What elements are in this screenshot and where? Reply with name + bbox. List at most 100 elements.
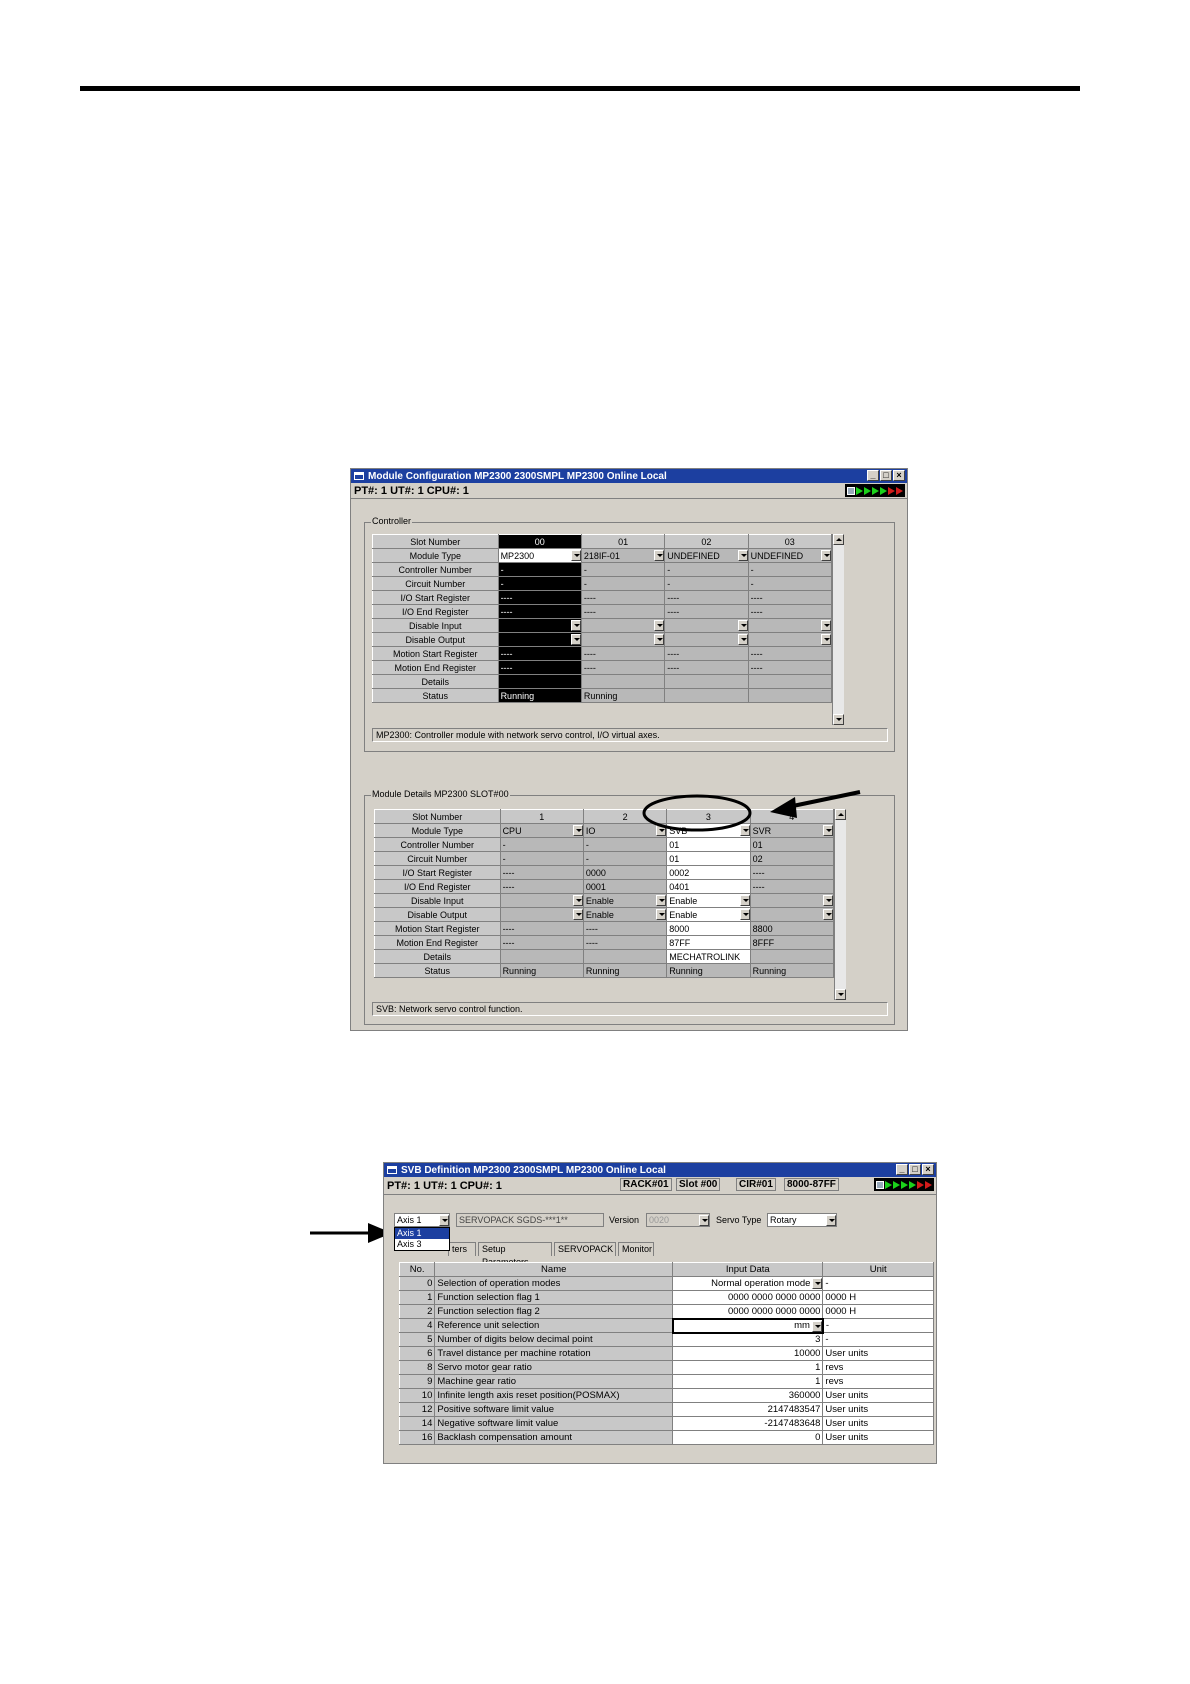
controller-scrollbar[interactable]: [832, 534, 844, 725]
chevron-down-icon[interactable]: [737, 620, 748, 631]
table-cell[interactable]: SVR: [749, 823, 835, 838]
param-input[interactable]: 2147483547: [672, 1402, 824, 1417]
param-input[interactable]: -2147483648: [672, 1416, 824, 1431]
table-cell[interactable]: ----: [580, 590, 666, 605]
column-header[interactable]: No.: [398, 1262, 436, 1277]
column-header[interactable]: Name: [434, 1262, 674, 1277]
table-cell[interactable]: -: [582, 851, 668, 866]
table-cell[interactable]: ----: [582, 935, 668, 950]
table-cell[interactable]: UNDEFINED: [664, 548, 749, 563]
axis-select[interactable]: Axis 1: [394, 1213, 450, 1227]
table-cell[interactable]: [749, 949, 835, 964]
slot-header[interactable]: 1: [499, 809, 584, 824]
table-cell[interactable]: [664, 674, 749, 689]
table-cell[interactable]: Running: [749, 963, 835, 978]
chevron-down-icon[interactable]: [656, 825, 666, 836]
table-cell[interactable]: -: [499, 851, 584, 866]
column-header[interactable]: Input Data: [672, 1262, 824, 1277]
table-cell[interactable]: Enable: [582, 907, 668, 922]
table-cell[interactable]: MP2300: [497, 548, 582, 563]
table-cell[interactable]: ----: [749, 865, 835, 880]
param-input[interactable]: mm: [671, 1317, 824, 1334]
table-cell[interactable]: [499, 893, 584, 908]
table-cell[interactable]: ----: [664, 660, 749, 675]
table-cell[interactable]: Running: [666, 963, 751, 978]
table-cell[interactable]: Running: [580, 688, 666, 703]
maximize-button[interactable]: □: [880, 470, 892, 481]
table-cell[interactable]: -: [664, 562, 749, 577]
table-cell[interactable]: ----: [580, 646, 666, 661]
table-cell[interactable]: [664, 688, 749, 703]
table-cell[interactable]: ----: [499, 879, 584, 894]
scroll-down-arrow[interactable]: [835, 989, 846, 1000]
table-cell[interactable]: SVB: [666, 823, 751, 838]
param-input[interactable]: 0: [672, 1430, 824, 1445]
chevron-down-icon[interactable]: [654, 634, 664, 645]
tab-setup-parameters[interactable]: Setup Parameters: [478, 1242, 552, 1267]
table-cell[interactable]: 8000: [666, 921, 751, 936]
table-cell[interactable]: -: [582, 837, 668, 852]
chevron-down-icon[interactable]: [654, 550, 664, 561]
table-cell[interactable]: 8FFF: [749, 935, 835, 950]
table-cell[interactable]: -: [747, 576, 833, 591]
table-cell[interactable]: 0002: [666, 865, 751, 880]
param-input[interactable]: 0000 0000 0000 0000: [672, 1290, 824, 1305]
table-cell[interactable]: [747, 688, 833, 703]
slot-header[interactable]: 00: [497, 534, 582, 549]
minimize-button[interactable]: _: [896, 1164, 908, 1175]
table-cell[interactable]: ----: [664, 646, 749, 661]
tab-servopack[interactable]: SERVOPACK: [554, 1242, 616, 1256]
table-cell[interactable]: [497, 618, 582, 633]
chevron-down-icon[interactable]: [821, 550, 831, 561]
table-cell[interactable]: [499, 907, 584, 922]
param-input[interactable]: 3: [672, 1332, 824, 1347]
chevron-down-icon[interactable]: [572, 909, 583, 920]
axis-option-1[interactable]: Axis 1: [395, 1228, 449, 1239]
minimize-button[interactable]: _: [867, 470, 879, 481]
table-cell[interactable]: ----: [499, 935, 584, 950]
close-button[interactable]: ×: [893, 470, 905, 481]
slot-header[interactable]: 03: [747, 534, 833, 549]
table-cell[interactable]: ----: [497, 590, 582, 605]
tab-fixed-parameters[interactable]: ters: [448, 1242, 476, 1256]
table-cell[interactable]: UNDEFINED: [747, 548, 833, 563]
chevron-down-icon[interactable]: [570, 550, 581, 561]
table-cell[interactable]: [582, 949, 668, 964]
table-cell[interactable]: 0000: [582, 865, 668, 880]
table-cell[interactable]: [749, 907, 835, 922]
param-input[interactable]: 1: [672, 1360, 824, 1375]
table-cell[interactable]: ----: [580, 660, 666, 675]
chevron-down-icon[interactable]: [572, 825, 583, 836]
table-cell[interactable]: ----: [747, 660, 833, 675]
table-cell[interactable]: [580, 674, 666, 689]
table-cell[interactable]: ----: [582, 921, 668, 936]
chevron-down-icon[interactable]: [572, 895, 583, 906]
scroll-up-arrow[interactable]: [835, 809, 846, 820]
chevron-down-icon[interactable]: [821, 620, 831, 631]
table-cell[interactable]: 01: [666, 851, 751, 866]
chevron-down-icon[interactable]: [699, 1215, 709, 1226]
table-cell[interactable]: Enable: [666, 893, 751, 908]
table-cell[interactable]: Running: [582, 963, 668, 978]
table-cell[interactable]: [497, 632, 582, 647]
chevron-down-icon[interactable]: [439, 1215, 449, 1226]
table-cell[interactable]: ----: [749, 879, 835, 894]
chevron-down-icon[interactable]: [739, 909, 750, 920]
chevron-down-icon[interactable]: [570, 620, 581, 631]
chevron-down-icon[interactable]: [826, 1215, 836, 1226]
chevron-down-icon[interactable]: [811, 1320, 821, 1331]
table-cell[interactable]: 01: [666, 837, 751, 852]
param-input[interactable]: 360000: [672, 1388, 824, 1403]
table-cell[interactable]: [747, 674, 833, 689]
axis-option-3[interactable]: Axis 3: [395, 1239, 449, 1250]
chevron-down-icon[interactable]: [737, 550, 748, 561]
chevron-down-icon[interactable]: [823, 909, 833, 920]
table-cell[interactable]: 0401: [666, 879, 751, 894]
slot-header[interactable]: 3: [666, 809, 751, 824]
table-cell[interactable]: [749, 893, 835, 908]
scroll-down-arrow[interactable]: [833, 714, 844, 725]
chevron-down-icon[interactable]: [823, 895, 833, 906]
table-cell[interactable]: [747, 632, 833, 647]
chevron-down-icon[interactable]: [812, 1278, 822, 1289]
table-cell[interactable]: -: [497, 576, 582, 591]
